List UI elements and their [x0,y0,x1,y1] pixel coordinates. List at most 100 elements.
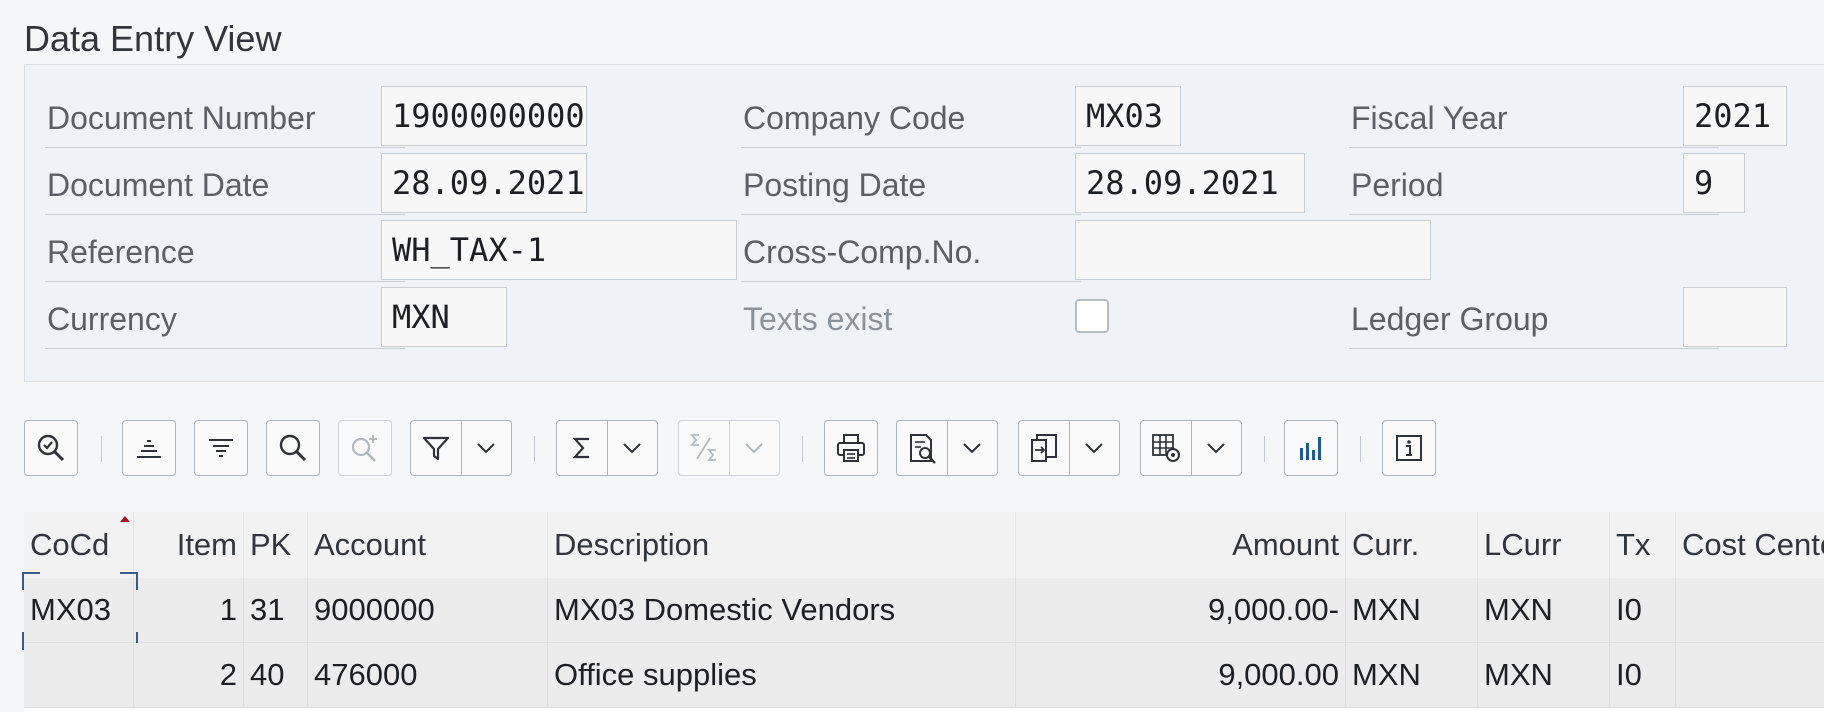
sum-button[interactable] [557,421,608,475]
sum-split-button[interactable] [556,420,658,476]
sum-icon [572,437,589,459]
chevron-down-icon [963,443,981,454]
texts-exist-checkbox[interactable] [1075,299,1109,333]
document-date-field[interactable]: 28.09.2021 [381,153,587,213]
document-number-label: Document Number [45,88,405,148]
chevron-down-icon [1207,443,1225,454]
table-row[interactable]: MX03 1 31 9000000 MX03 Domestic Vendors … [22,572,1824,650]
cell-amount[interactable]: 9,000.00 [1016,643,1346,707]
company-code-field[interactable]: MX03 [1075,86,1181,146]
reference-label: Reference [45,222,405,282]
toolbar-separator [534,436,535,462]
reference-field[interactable]: WH_TAX-1 [381,220,737,280]
subtotal-button[interactable] [679,421,730,475]
view-dropdown[interactable] [948,421,998,475]
cell-cost-center[interactable] [1676,578,1824,642]
cell-pk[interactable]: 40 [244,643,308,707]
print-icon [837,434,865,462]
table-row[interactable]: 2 40 476000 Office supplies 9,000.00 MXN… [24,643,1824,708]
column-header-item[interactable]: Item [134,512,244,578]
line-items-table: CoCd Item PK Account Description Amount … [22,512,1824,712]
cell-description[interactable]: MX03 Domestic Vendors [548,578,1016,642]
search-button[interactable] [266,420,320,476]
export-button[interactable] [1019,421,1070,475]
cell-item[interactable]: 2 [134,643,244,707]
info-button[interactable] [1382,420,1436,476]
toolbar-separator [101,436,102,462]
posting-date-field[interactable]: 28.09.2021 [1075,153,1305,213]
export-split-button[interactable] [1018,420,1120,476]
cell-amount[interactable]: 9,000.00- [1016,578,1346,642]
chevron-down-icon [477,443,495,454]
column-header-pk[interactable]: PK [244,512,308,578]
column-header-cocd[interactable]: CoCd [24,512,134,578]
column-header-description[interactable]: Description [548,512,1016,578]
print-button[interactable] [824,420,878,476]
focus-indicator [22,572,40,590]
chevron-down-icon [745,443,763,454]
column-header-tx[interactable]: Tx [1610,512,1676,578]
column-header-lcurr[interactable]: LCurr [1478,512,1610,578]
section-title: Data Entry View [24,18,282,59]
details-icon [37,434,65,462]
chevron-down-icon [623,443,641,454]
cell-cocd[interactable]: MX03 [24,578,134,642]
cell-item[interactable]: 1 [134,578,244,642]
cell-description[interactable]: Office supplies [548,643,1016,707]
currency-label: Currency [45,289,405,349]
filter-split-button[interactable] [410,420,512,476]
search-next-button[interactable] [338,420,392,476]
layout-settings-button[interactable] [1141,421,1192,475]
column-header-curr[interactable]: Curr. [1346,512,1478,578]
view-split-button[interactable] [896,420,998,476]
cross-comp-field[interactable] [1075,220,1431,280]
export-icon [1030,434,1057,462]
layout-split-button[interactable] [1140,420,1242,476]
cell-tx[interactable]: I0 [1610,643,1676,707]
period-field[interactable]: 9 [1683,153,1745,213]
filter-button[interactable] [411,421,462,475]
cell-account[interactable]: 9000000 [308,578,548,642]
document-number-field[interactable]: 1900000000 [381,86,587,146]
sort-ascending-button[interactable] [122,420,176,476]
cell-pk[interactable]: 31 [244,578,308,642]
layout-settings-icon [1151,434,1180,462]
posting-date-label: Posting Date [741,155,1081,215]
view-button[interactable] [897,421,948,475]
sort-descending-button[interactable] [194,420,248,476]
ledger-group-field[interactable] [1683,287,1787,347]
cell-lcurr[interactable]: MXN [1478,578,1610,642]
fiscal-year-field[interactable]: 2021 [1683,86,1787,146]
sort-descending-icon [209,439,233,457]
chevron-down-icon [1085,443,1103,454]
ledger-group-label: Ledger Group [1349,289,1719,349]
cell-curr[interactable]: MXN [1346,643,1478,707]
chart-button[interactable] [1284,420,1338,476]
search-icon [279,434,307,462]
sum-dropdown[interactable] [608,421,658,475]
column-header-amount[interactable]: Amount [1016,512,1346,578]
subtotal-dropdown[interactable] [730,421,780,475]
search-next-icon [351,435,377,462]
cross-comp-label: Cross-Comp.No. [741,222,1081,282]
cell-curr[interactable]: MXN [1346,578,1478,642]
toolbar-separator [1264,436,1265,462]
layout-dropdown[interactable] [1192,421,1242,475]
subtotal-icon [689,434,716,461]
column-header-cost-center[interactable]: Cost Center [1676,512,1824,578]
fiscal-year-label: Fiscal Year [1349,88,1719,148]
info-icon [1396,435,1422,461]
column-header-account[interactable]: Account [308,512,548,578]
document-header-panel: Document Number 1900000000 Company Code … [24,64,1824,382]
details-button[interactable] [24,420,78,476]
cell-lcurr[interactable]: MXN [1478,643,1610,707]
cell-cocd[interactable] [24,643,134,707]
filter-dropdown[interactable] [462,421,512,475]
toolbar-separator [1360,436,1361,462]
cell-account[interactable]: 476000 [308,643,548,707]
currency-field[interactable]: MXN [381,287,507,347]
cell-cost-center[interactable] [1676,643,1824,707]
subtotal-split-button[interactable] [678,420,780,476]
export-dropdown[interactable] [1070,421,1120,475]
cell-tx[interactable]: I0 [1610,578,1676,642]
